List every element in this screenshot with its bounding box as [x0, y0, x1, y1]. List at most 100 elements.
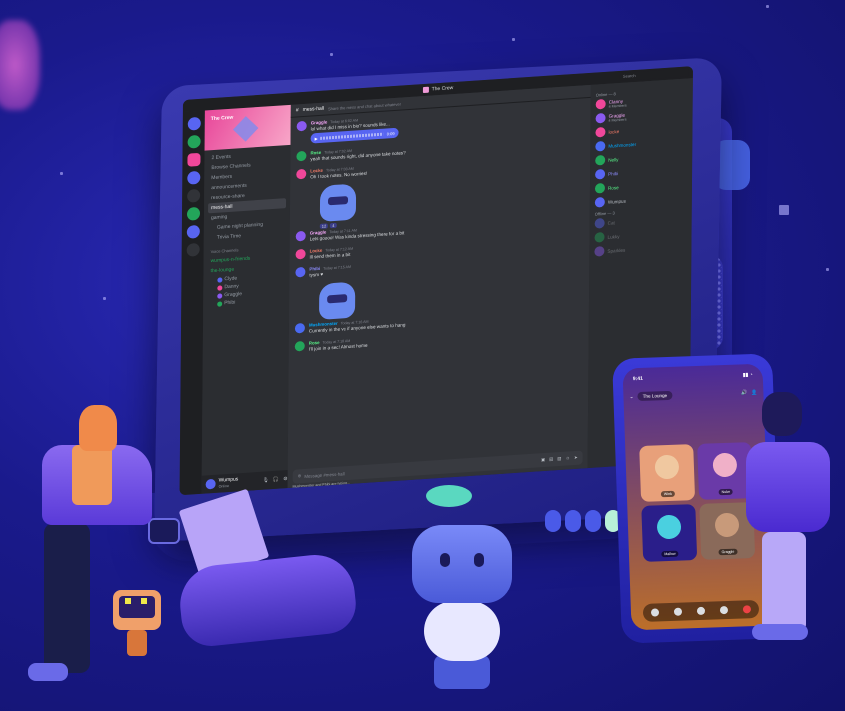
- voice-duration: 0:09: [386, 130, 395, 136]
- member-name: Rose: [607, 184, 619, 191]
- avatar[interactable]: [295, 248, 306, 260]
- chevron-down-icon[interactable]: ⌄: [629, 394, 633, 400]
- star: [60, 172, 63, 175]
- server-name: The Crew: [210, 114, 234, 123]
- robot-illustration: [113, 590, 161, 656]
- add-server-button[interactable]: [186, 242, 200, 257]
- server-button[interactable]: [186, 170, 200, 185]
- send-icon[interactable]: ➤: [574, 455, 578, 461]
- member-name: Cat: [607, 219, 615, 226]
- server-button[interactable]: [186, 188, 200, 203]
- member-name: Nelly: [608, 156, 619, 163]
- message-author[interactable]: Phibi: [309, 266, 320, 272]
- message-input[interactable]: Message #mess-hall: [304, 471, 344, 479]
- avatar[interactable]: [294, 340, 305, 352]
- member-item[interactable]: Graggle 4 Members: [595, 107, 688, 124]
- avatar[interactable]: [294, 322, 305, 334]
- waveform: [320, 132, 384, 140]
- avatar: [217, 276, 223, 283]
- participant-name: Wink: [660, 490, 675, 498]
- voice-user-name: Graggle: [224, 291, 243, 299]
- user-name: Wumpus: [218, 476, 239, 484]
- participant-name: Nuke: [718, 488, 734, 496]
- participant-name: Graggle: [718, 548, 738, 556]
- video-tile[interactable]: Wink: [639, 444, 696, 502]
- server-button[interactable]: [186, 224, 200, 239]
- message-author[interactable]: Rose: [309, 340, 320, 346]
- play-icon[interactable]: ▶: [315, 136, 318, 141]
- headset-icon[interactable]: 🎧: [273, 477, 279, 483]
- avatar[interactable]: [296, 150, 307, 162]
- member-name: Phibi: [608, 170, 619, 177]
- server-button[interactable]: [187, 134, 201, 149]
- sticker-icon[interactable]: ▧: [557, 456, 561, 462]
- participant-avatar: [712, 452, 738, 478]
- message-author[interactable]: Locke: [310, 168, 323, 174]
- screen-share-icon[interactable]: [696, 606, 706, 616]
- voice-user-name: Danny: [224, 283, 239, 291]
- member-name: Sparkles: [607, 247, 626, 254]
- member-item[interactable]: Lukky: [594, 227, 687, 243]
- member-name: Wumpus: [607, 198, 626, 205]
- message-author[interactable]: Locke: [310, 248, 323, 254]
- member-item[interactable]: Nelly: [595, 149, 687, 166]
- discord-home-icon[interactable]: [187, 116, 201, 131]
- avatar: [595, 98, 606, 110]
- avatar: [595, 140, 606, 152]
- voice-channel-pill[interactable]: The Lounge: [637, 390, 673, 402]
- avatar: [595, 168, 606, 180]
- member-item[interactable]: Rose: [594, 178, 687, 194]
- star: [512, 38, 515, 41]
- add-attachment-icon[interactable]: ⊕: [298, 473, 302, 479]
- gift-icon[interactable]: ▣: [541, 457, 545, 463]
- channel-topic: Share the mess and chat about whatever: [328, 101, 401, 111]
- avatar: [594, 196, 605, 208]
- video-tile[interactable]: Mallow: [641, 504, 698, 562]
- voice-user-name: Clyde: [224, 275, 238, 283]
- video-grid: Wink Nuke Mallow Graggle: [639, 442, 756, 562]
- phone-time: 9:41: [632, 375, 643, 383]
- reaction-button[interactable]: 12: [319, 223, 329, 229]
- member-item[interactable]: locke: [595, 121, 687, 138]
- wumpus-sticker: [319, 183, 357, 222]
- gif-icon[interactable]: ▤: [549, 456, 553, 462]
- member-name: Lukky: [607, 233, 620, 240]
- avatar[interactable]: [296, 120, 307, 132]
- message-author[interactable]: Rose: [310, 150, 321, 156]
- chat-area: # mess-hall Share the mess and chat abou…: [287, 84, 591, 489]
- camera-icon[interactable]: [650, 608, 659, 617]
- avatar[interactable]: [295, 230, 306, 242]
- star: [826, 268, 829, 271]
- server-button[interactable]: [186, 152, 201, 167]
- avatar: [595, 154, 606, 166]
- member-name: locke: [608, 128, 620, 135]
- emoji-icon[interactable]: ☺: [565, 455, 570, 461]
- avatar[interactable]: [205, 478, 216, 490]
- member-item[interactable]: Mushmonster: [595, 135, 687, 152]
- wumpus-mascot-illustration: [400, 485, 530, 695]
- member-item[interactable]: Wumpus: [594, 192, 687, 208]
- avatar: [217, 300, 223, 307]
- knob: [585, 510, 601, 532]
- star: [779, 205, 789, 215]
- avatar: [594, 245, 605, 257]
- member-name: Mushmonster: [608, 141, 637, 149]
- hash-icon: #: [295, 107, 299, 114]
- mute-icon[interactable]: [673, 607, 682, 616]
- wumpus-sticker: [318, 281, 356, 320]
- star: [330, 53, 333, 56]
- mic-icon[interactable]: 🎙: [263, 477, 269, 483]
- avatar: [594, 182, 606, 194]
- message-list: Graggle Today at 6:02 AM lol what did I mi…: [289, 98, 591, 364]
- avatar[interactable]: [295, 266, 306, 278]
- avatar: [595, 112, 606, 124]
- reaction-button[interactable]: 4: [330, 222, 337, 229]
- activities-icon[interactable]: [719, 605, 729, 615]
- server-button[interactable]: [186, 206, 200, 221]
- member-item[interactable]: Sparkles: [594, 241, 686, 257]
- server-banner[interactable]: The Crew: [204, 104, 291, 151]
- channel-title: mess-hall: [302, 105, 325, 114]
- member-item[interactable]: Phibi: [595, 163, 687, 180]
- participant-avatar: [654, 454, 680, 480]
- avatar[interactable]: [296, 168, 307, 180]
